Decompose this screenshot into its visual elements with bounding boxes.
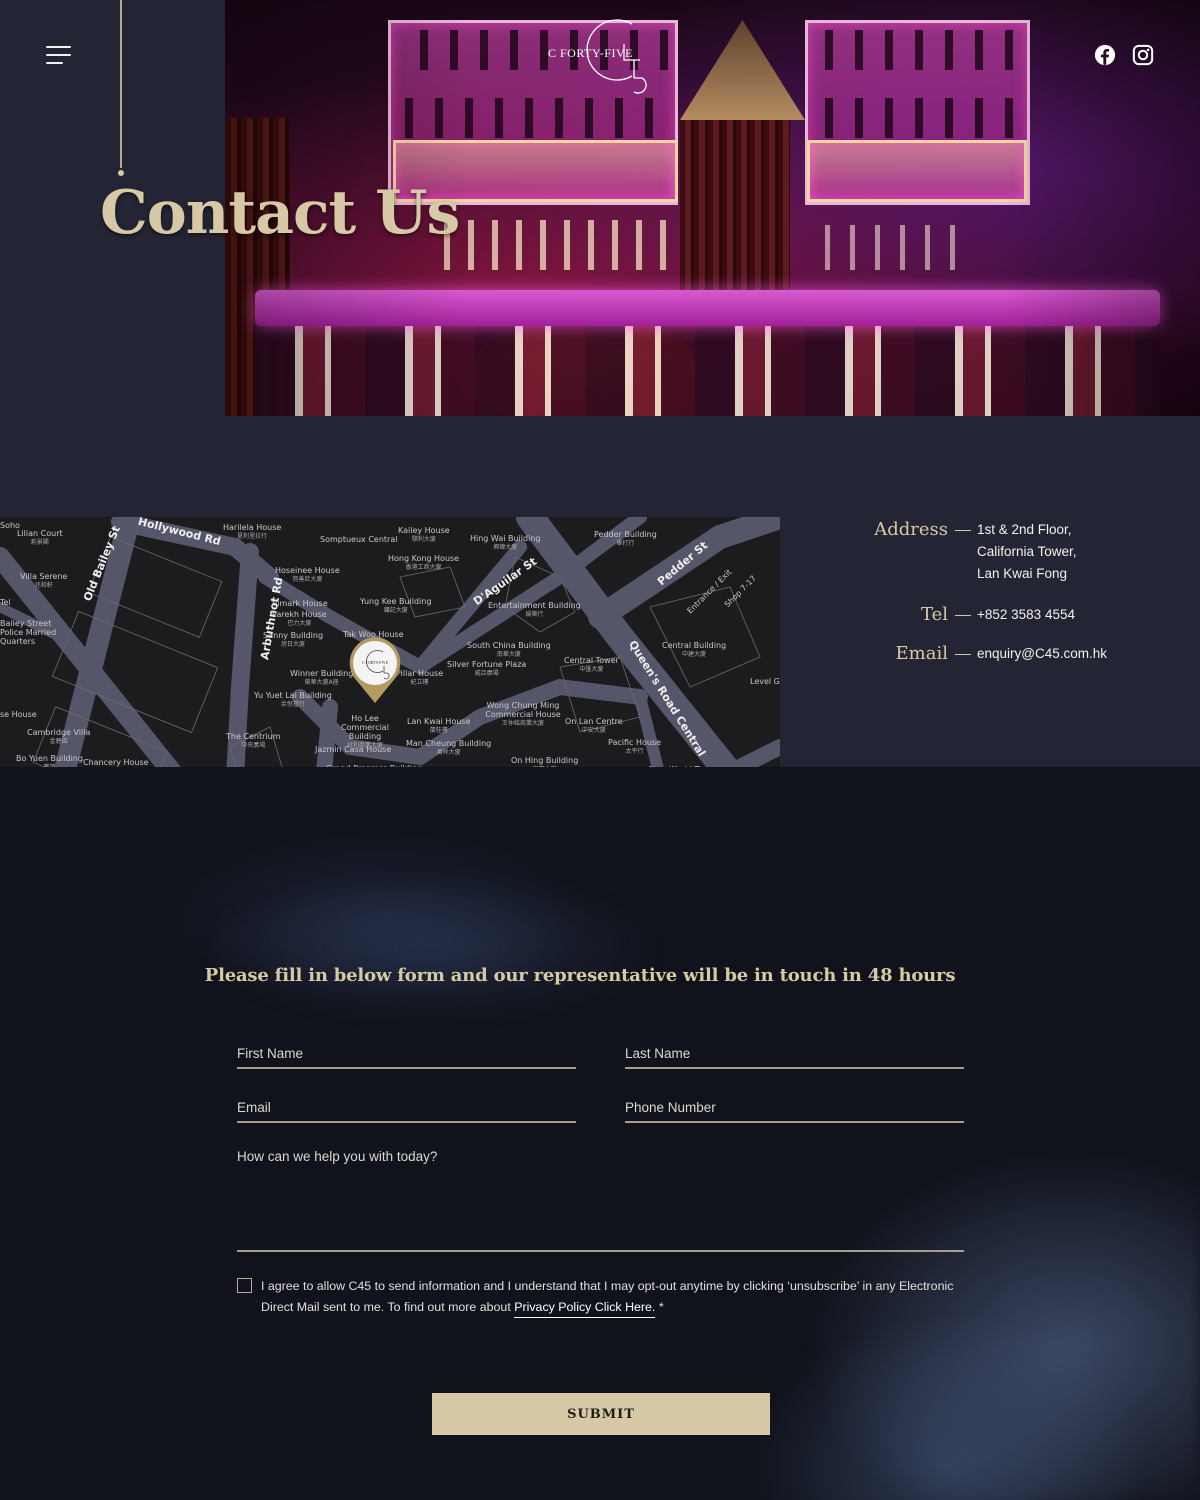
map-place: Level G <box>750 677 780 686</box>
email-link[interactable]: enquiry@C45.com.hk <box>977 643 1107 665</box>
first-name-field <box>237 1035 576 1069</box>
map-place: Yung Kee Building 鏞記大廈 <box>360 597 432 614</box>
phone-input[interactable] <box>625 1089 964 1121</box>
map-place: Villa Serene 兆和軒 <box>20 572 68 589</box>
submit-button[interactable]: SUBMIT <box>432 1393 770 1435</box>
email-row: Email enquiry@C45.com.hk <box>860 643 1107 665</box>
hamburger-menu-icon[interactable] <box>46 44 74 68</box>
map-place: Silver Fortune Plaza 威亞廣場 <box>447 660 527 677</box>
map-place: Hong Kong House 香港工商大廈 <box>388 554 460 571</box>
email-input[interactable] <box>237 1089 576 1121</box>
map-place: Kailey House 騏利大廈 <box>398 526 450 543</box>
map-place: Hoseinee House 賀善尼大廈 <box>275 566 340 583</box>
map-place: Parekh House 巴力大廈 <box>272 610 327 627</box>
map-place: Yu Yuet Lai Building 余悅禮行 <box>254 691 332 708</box>
map-place: Man Cheung Building 萬祥大廈 <box>406 739 492 756</box>
map-place: Wong Chung Ming Commercial House 王仲銘商業大廈 <box>485 701 561 727</box>
map-place: Entertainment Building 娛樂行 <box>488 601 581 618</box>
map-place: South China Building 南華大廈 <box>467 641 551 658</box>
map-place: On Lan Centre 中安大廈 <box>565 717 623 734</box>
menu-bar <box>46 46 71 48</box>
map-place: Pacific House 太平行 <box>608 738 662 755</box>
address-line: 1st & 2nd Floor, <box>977 522 1072 537</box>
address-line: California Tower, <box>977 544 1077 559</box>
contact-form-section: Please fill in below form and our repres… <box>0 767 1200 1500</box>
menu-bar <box>46 54 71 56</box>
first-name-input[interactable] <box>237 1035 576 1067</box>
map-place: Pedder Building 畢打行 <box>594 530 657 547</box>
form-heading: Please fill in below form and our repres… <box>204 965 956 986</box>
dash-divider <box>955 530 971 531</box>
map-place: Sunny Building 旭日大廈 <box>263 631 324 648</box>
consent-checkbox[interactable] <box>237 1278 252 1293</box>
pin-logo-text: C FORTY-FIVE <box>362 660 389 665</box>
email-label: Email <box>895 643 948 664</box>
message-field <box>237 1143 964 1252</box>
last-name-input[interactable] <box>625 1035 964 1067</box>
map-place: se House <box>0 710 37 719</box>
instagram-icon <box>1132 44 1154 66</box>
location-pin-icon: C FORTY-FIVE <box>349 637 401 703</box>
smoke-decoration <box>180 867 680 1027</box>
dash-divider <box>955 654 971 655</box>
page-title: Contact Us <box>100 178 460 248</box>
required-mark: * <box>655 1300 664 1314</box>
map-place: Central Building 中建大廈 <box>662 641 727 658</box>
dash-divider <box>955 615 971 616</box>
map-place: Lilian Court 莉景閣 <box>17 529 63 546</box>
address-row: Address 1st & 2nd Floor, California Towe… <box>860 519 1077 585</box>
message-textarea[interactable] <box>237 1143 964 1250</box>
map-place: Cambridge Villa 金碧園 <box>27 728 91 745</box>
map-place: Harilela House 夏利里拉行 <box>223 523 282 540</box>
tel-row: Tel +852 3583 4554 <box>860 604 1075 626</box>
consent-row: I agree to allow C45 to send information… <box>237 1276 957 1318</box>
map-place: Vimark House <box>272 599 328 608</box>
decorative-dot <box>118 170 124 176</box>
map-place: Jazmin Casa House <box>315 745 392 754</box>
privacy-policy-link[interactable]: Privacy Policy Click Here. <box>514 1300 656 1318</box>
map-place: Central Tower 中匯大廈 <box>564 656 619 673</box>
menu-bar <box>46 62 63 64</box>
phone-field <box>625 1089 964 1123</box>
brand-logo[interactable]: C FORTY-FIVE <box>548 14 658 98</box>
instagram-link[interactable] <box>1132 44 1154 66</box>
consent-text: I agree to allow C45 to send information… <box>261 1276 957 1318</box>
tel-label: Tel <box>920 604 948 625</box>
map-place: Tel <box>0 598 11 607</box>
facebook-icon <box>1094 44 1116 66</box>
address-value: 1st & 2nd Floor, California Tower, Lan K… <box>977 519 1077 585</box>
map-place: The Centrium 中央廣場 <box>226 732 281 749</box>
map-place: Pillar House 紀立樓 <box>396 669 444 686</box>
facebook-link[interactable] <box>1094 44 1116 66</box>
map-place: Lan Kwai House 蘭桂樓 <box>407 717 471 734</box>
tel-link[interactable]: +852 3583 4554 <box>977 604 1075 626</box>
address-label: Address <box>874 519 948 540</box>
social-links <box>1094 44 1154 66</box>
email-field <box>237 1089 576 1123</box>
last-name-field <box>625 1035 964 1069</box>
map-place: Somptueux Central <box>320 535 398 544</box>
decorative-vertical-line <box>120 0 122 168</box>
map-pin-c45[interactable]: C FORTY-FIVE <box>347 635 403 705</box>
map-place: Hing Wai Building 興瑋大廈 <box>470 534 541 551</box>
address-line: Lan Kwai Fong <box>977 566 1068 581</box>
map-place: Winner Building 榮華大廈A座 <box>290 669 354 686</box>
logo-text: C FORTY-FIVE <box>548 46 633 60</box>
map-place: Bailey Street Police Married Quarters <box>0 619 57 646</box>
